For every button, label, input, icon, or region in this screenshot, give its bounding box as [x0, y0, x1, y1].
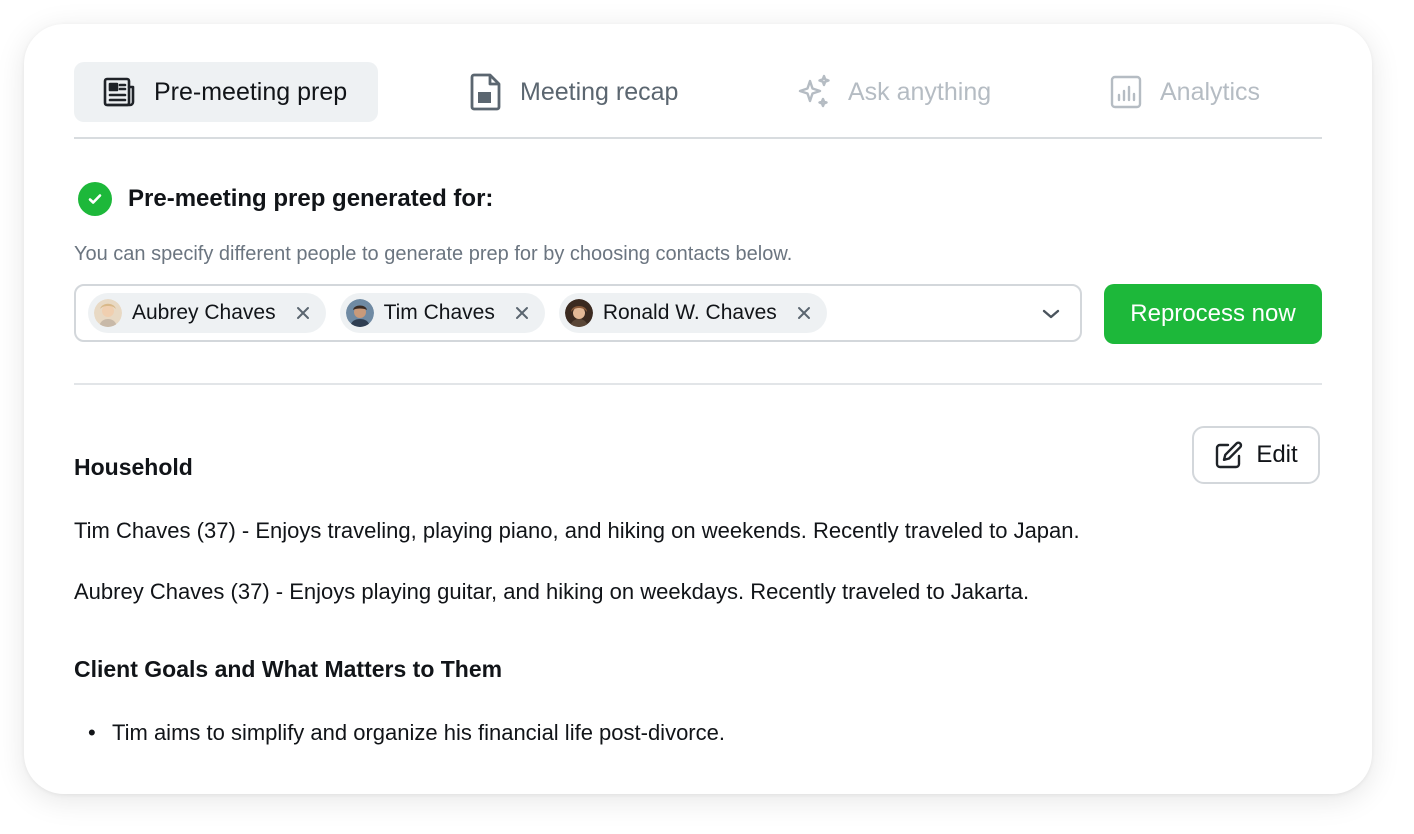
list-item: • Tim aims to simplify and organize his f…: [88, 720, 725, 746]
tab-analytics[interactable]: Analytics: [1106, 62, 1260, 122]
remove-contact-icon[interactable]: [793, 302, 815, 324]
edit-button[interactable]: Edit: [1192, 426, 1320, 484]
avatar: [345, 299, 374, 327]
contact-name: Aubrey Chaves: [132, 301, 276, 324]
contacts-picker[interactable]: Aubrey Chaves Tim Chaves Ronald W. Chave…: [74, 284, 1082, 342]
goal-text: Tim aims to simplify and organize his fi…: [112, 720, 725, 745]
tab-bar: Pre-meeting prep Meeting recap Ask anyth…: [74, 62, 1322, 124]
avatar: [564, 299, 593, 327]
contact-name: Ronald W. Chaves: [602, 301, 777, 324]
edit-label: Edit: [1256, 441, 1298, 468]
section-divider: [74, 383, 1322, 385]
goals-heading: Client Goals and What Matters to Them: [74, 656, 503, 682]
prep-card: Pre-meeting prep Meeting recap Ask anyth…: [24, 24, 1372, 794]
household-heading: Household: [74, 454, 193, 480]
remove-contact-icon[interactable]: [511, 302, 533, 324]
remove-contact-icon[interactable]: [292, 302, 314, 324]
household-line: Aubrey Chaves (37) - Enjoys playing guit…: [74, 579, 1030, 604]
tabs-divider: [74, 137, 1322, 139]
contact-name: Tim Chaves: [383, 301, 495, 324]
household-line: Tim Chaves (37) - Enjoys traveling, play…: [74, 518, 1080, 543]
tab-ask-anything[interactable]: Ask anything: [794, 62, 991, 122]
edit-icon: [1214, 440, 1244, 470]
contact-chip: Ronald W. Chaves: [558, 293, 827, 333]
chevron-down-icon[interactable]: [1038, 301, 1064, 327]
bar-chart-icon: [1106, 72, 1146, 112]
tab-label: Ask anything: [848, 77, 992, 106]
tab-meeting-recap[interactable]: Meeting recap: [466, 62, 678, 122]
status-title: Pre-meeting prep generated for:: [128, 185, 494, 212]
tab-label: Analytics: [1160, 77, 1261, 106]
check-circle-icon: [78, 182, 112, 216]
bullet-dot: •: [88, 720, 96, 745]
sparkles-icon: [794, 72, 834, 112]
tab-label: Meeting recap: [520, 77, 679, 106]
document-icon: [466, 72, 506, 112]
status-hint: You can specify different people to gene…: [74, 243, 793, 265]
reprocess-button[interactable]: Reprocess now: [1104, 284, 1322, 344]
tab-pre-meeting-prep[interactable]: Pre-meeting prep: [74, 62, 378, 122]
contact-chip: Tim Chaves: [339, 293, 545, 333]
tab-label: Pre-meeting prep: [154, 77, 348, 106]
contact-chip: Aubrey Chaves: [88, 293, 326, 333]
newspaper-icon: [100, 72, 140, 112]
status-row: Pre-meeting prep generated for:: [78, 182, 493, 216]
avatar: [94, 299, 122, 327]
